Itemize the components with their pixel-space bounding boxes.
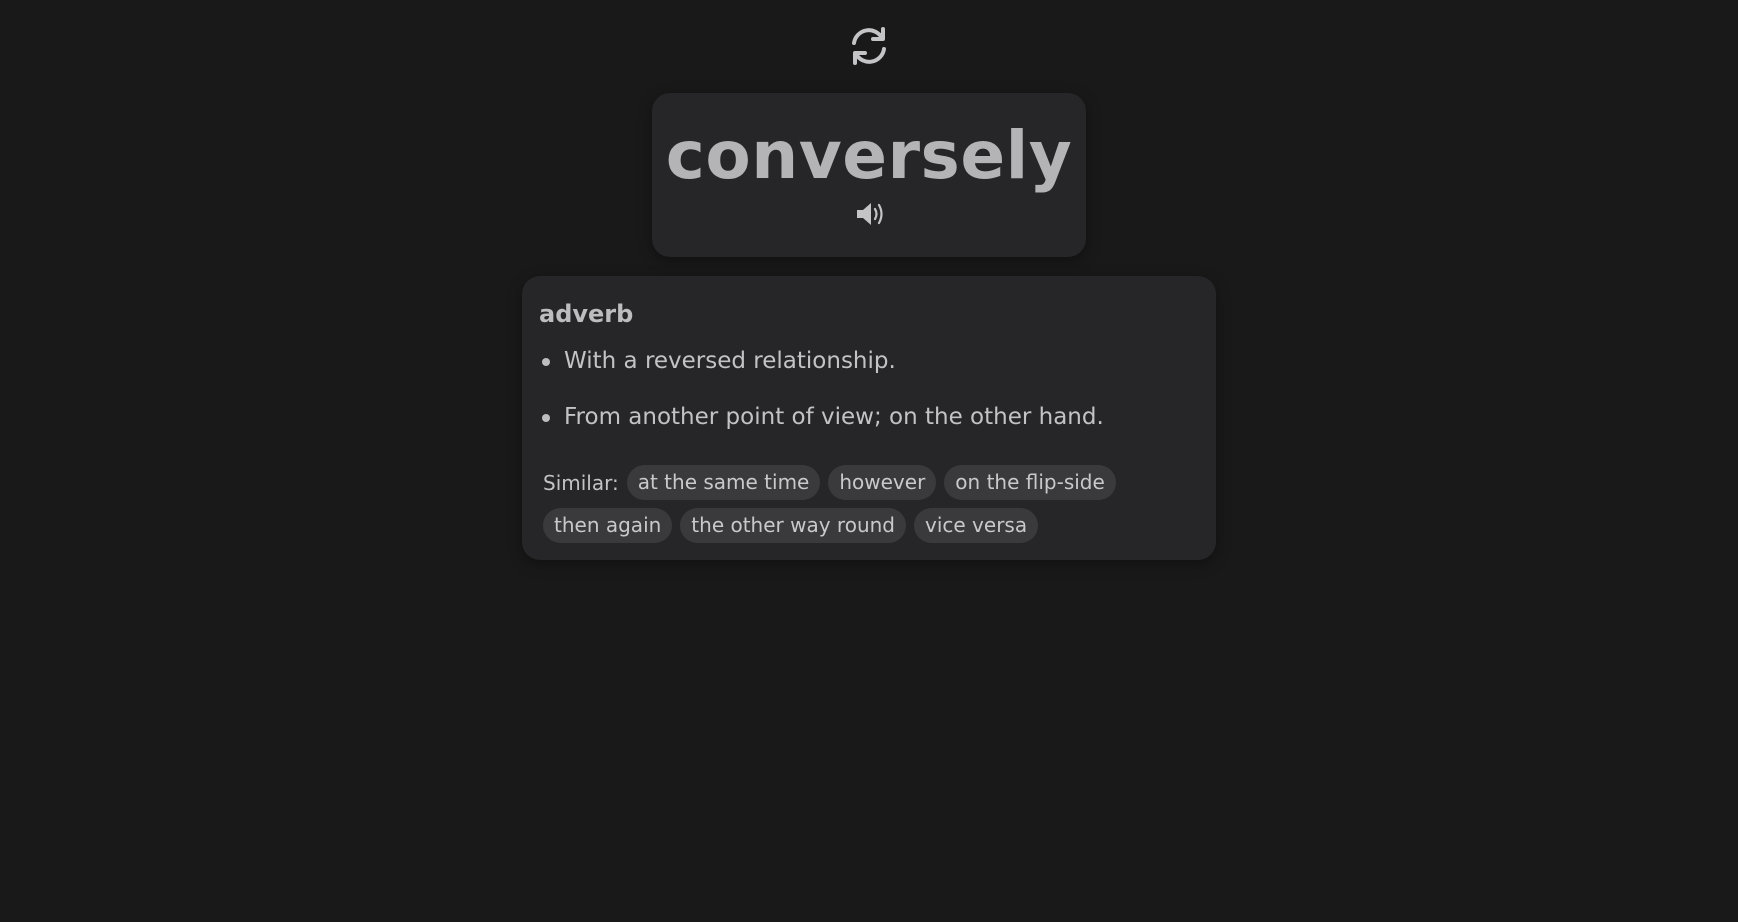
bullet (542, 358, 550, 366)
similar-chip[interactable]: then again (543, 507, 673, 543)
definition-text: With a reversed relationship. (564, 348, 896, 374)
definition-list: With a reversed relationship. From anoth… (540, 346, 1104, 458)
similar-chip[interactable]: however (828, 464, 937, 500)
pronounce-button[interactable] (854, 201, 886, 231)
definition-item: From another point of view; on the other… (540, 402, 1104, 432)
refresh-icon (847, 24, 891, 72)
similar-chip[interactable]: on the flip-side (944, 464, 1116, 500)
similar-row: Similar: at the same time however on the… (543, 464, 1183, 500)
similar-chip[interactable]: vice versa (914, 507, 1039, 543)
similar-label: Similar: (543, 471, 619, 495)
similar-words: Similar: at the same time however on the… (543, 464, 1183, 550)
definition-card: adverb With a reversed relationship. Fro… (522, 276, 1216, 560)
speaker-icon (855, 201, 885, 231)
definition-item: With a reversed relationship. (540, 346, 1104, 376)
similar-chip[interactable]: the other way round (680, 507, 906, 543)
definition-text: From another point of view; on the other… (564, 404, 1104, 430)
similar-chip[interactable]: at the same time (626, 464, 821, 500)
word-title: conversely (665, 117, 1073, 194)
part-of-speech: adverb (539, 300, 634, 328)
page: conversely adverb With a reversed relati… (0, 0, 1738, 922)
refresh-button[interactable] (847, 26, 891, 70)
bullet (542, 414, 550, 422)
word-card: conversely (652, 93, 1086, 257)
similar-row: then again the other way round vice vers… (543, 507, 1183, 543)
